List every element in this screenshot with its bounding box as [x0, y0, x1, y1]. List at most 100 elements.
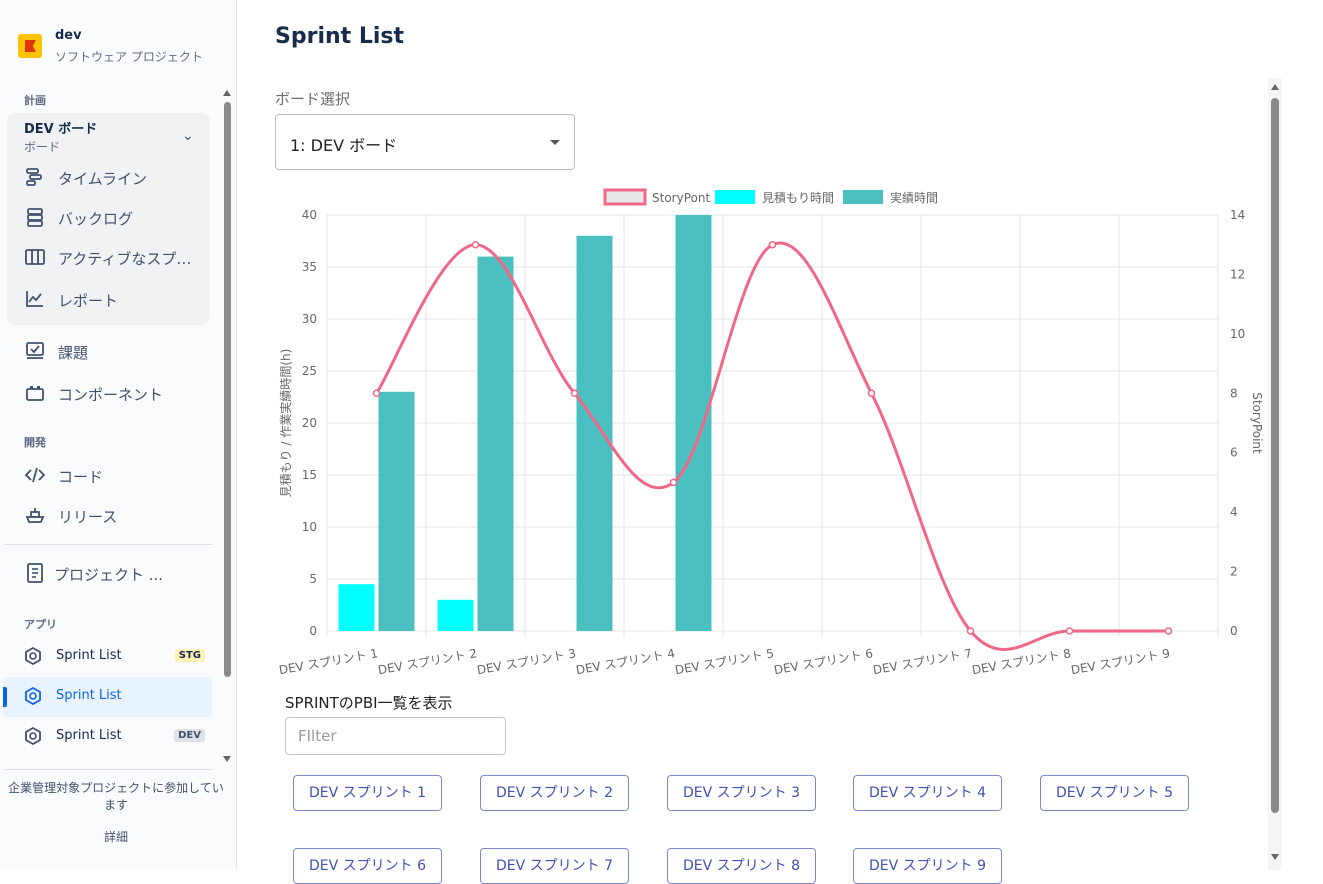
y2-tick-label: 10 [1230, 327, 1245, 341]
app-hexagon-icon [25, 727, 41, 745]
y2-axis-title: StoryPoint [1250, 392, 1264, 454]
board-select-label: ボード選択 [275, 90, 351, 108]
managed-project-notice: 企業管理対象プロジェクトに参加しています [8, 781, 224, 812]
sprint-button[interactable]: DEV スプリント 3 [667, 775, 816, 811]
estimate-bar [437, 599, 474, 631]
sidebar-item-active-sprints[interactable]: アクティブなスプリント [24, 246, 209, 270]
x-tick-label: DEV スプリント 3 [476, 646, 577, 677]
sidebar-item-label: 課題 [58, 344, 89, 362]
actual-bar [576, 235, 613, 632]
sprint-button[interactable]: DEV スプリント 7 [480, 848, 629, 884]
section-apps-heading: アプリ [24, 618, 57, 631]
active-indicator [3, 687, 7, 707]
pbi-section-label: SPRINTのPBI一覧を表示 [285, 694, 453, 712]
sidebar-item-backlog[interactable]: バックログ [24, 206, 209, 230]
sidebar-item-reports[interactable]: レポート [24, 288, 209, 312]
y-tick-label: 15 [302, 468, 317, 482]
sidebar-item-project-pages[interactable]: プロジェクト ... [24, 562, 209, 586]
storypoint-point [1065, 627, 1074, 635]
sidebar-app-sprint-list-stg[interactable]: Sprint List STG [24, 645, 209, 669]
sprint-button[interactable]: DEV スプリント 5 [1040, 775, 1189, 811]
x-tick-label: DEV スプリント 9 [1070, 646, 1171, 677]
env-badge-stg: STG [174, 649, 205, 662]
actual-bar [477, 256, 514, 631]
storypoint-point [966, 627, 975, 635]
scroll-down-arrow-icon[interactable] [223, 756, 231, 762]
app-hexagon-icon [25, 647, 41, 665]
chevron-down-icon[interactable]: ⌄ [182, 128, 194, 144]
page-title: Sprint List [275, 24, 404, 49]
section-plan-heading: 計画 [24, 94, 46, 107]
sidebar-divider [5, 769, 213, 770]
main-scroll-thumb[interactable] [1271, 98, 1279, 813]
y-tick-label: 10 [302, 520, 317, 534]
sidebar-item-label: バックログ [58, 210, 134, 228]
scroll-down-arrow-icon[interactable] [1271, 854, 1279, 860]
sidebar-item-label: コード [58, 468, 104, 486]
backlog-icon [27, 208, 43, 227]
app-label: Sprint List [56, 688, 122, 703]
legend-swatch [603, 188, 647, 206]
sprint-button[interactable]: DEV スプリント 6 [293, 848, 442, 884]
app-hexagon-icon [25, 687, 41, 705]
sidebar-item-issues[interactable]: 課題 [24, 340, 209, 364]
sprint-button[interactable]: DEV スプリント 4 [853, 775, 1002, 811]
sidebar-item-code[interactable]: コード [24, 464, 209, 488]
sidebar-item-components[interactable]: コンポーネント [24, 382, 209, 406]
x-tick-label: DEV スプリント 5 [674, 646, 775, 677]
storypoint-point [1164, 627, 1173, 635]
sprint-button[interactable]: DEV スプリント 2 [480, 775, 629, 811]
legend-label: StoryPont [652, 191, 710, 205]
scroll-up-arrow-icon[interactable] [1271, 84, 1279, 90]
project-name: dev [55, 28, 82, 43]
sidebar-app-sprint-list-dev[interactable]: Sprint List DEV [24, 725, 209, 749]
y2-tick-label: 8 [1230, 386, 1238, 400]
sidebar-divider [5, 544, 213, 545]
dropdown-arrow-icon [550, 140, 560, 145]
release-icon [25, 508, 45, 523]
y2-tick-label: 0 [1230, 624, 1238, 638]
sidebar-item-label: タイムライン [58, 170, 147, 188]
x-tick-label: DEV スプリント 1 [278, 646, 379, 677]
sidebar-item-label: コンポーネント [58, 386, 164, 404]
legend-label: 見積もり時間 [762, 190, 834, 205]
sprint-button[interactable]: DEV スプリント 9 [853, 848, 1002, 884]
actual-bar [675, 215, 712, 631]
estimate-bar [338, 584, 375, 631]
sidebar-app-sprint-list[interactable]: Sprint List [24, 685, 209, 709]
x-tick-label: DEV スプリント 4 [575, 646, 676, 677]
y-tick-label: 20 [302, 416, 317, 430]
board-select[interactable]: 1: DEV ボード [275, 114, 575, 170]
sprint-button[interactable]: DEV スプリント 8 [667, 848, 816, 884]
project-type: ソフトウェア プロジェクト [55, 50, 203, 64]
app-label: Sprint List [56, 728, 122, 743]
reports-icon [26, 291, 43, 307]
sidebar-item-label: プロジェクト ... [54, 566, 164, 584]
storypoint-point [768, 240, 777, 249]
storypoint-point [471, 240, 480, 249]
y2-tick-label: 4 [1230, 505, 1238, 519]
sidebar-item-label: リリース [58, 508, 118, 526]
y2-tick-label: 6 [1230, 446, 1238, 460]
filter-input[interactable] [285, 717, 506, 755]
scroll-up-arrow-icon[interactable] [223, 90, 231, 96]
details-link[interactable]: 詳細 [0, 828, 232, 845]
board-subtitle: ボード [24, 140, 61, 154]
sprint-chart: 0 5 10 15 20 25 30 35 40 0 2 4 6 8 10 12 14 見積もり / 作業実績時間… [278, 188, 1264, 677]
sidebar-item-releases[interactable]: リリース [24, 504, 209, 528]
y-tick-label: 35 [302, 260, 317, 274]
storypoint-point [570, 389, 579, 398]
storypoint-point [867, 389, 876, 398]
y2-tick-label: 2 [1230, 565, 1238, 579]
env-badge-dev: DEV [174, 729, 205, 742]
board-title[interactable]: DEV ボード [24, 118, 97, 137]
page-icon [27, 563, 43, 583]
sidebar-item-timeline[interactable]: タイムライン [24, 166, 209, 190]
sprint-button[interactable]: DEV スプリント 1 [293, 775, 442, 811]
section-dev-heading: 開発 [24, 436, 46, 449]
sidebar-scroll-thumb[interactable] [224, 102, 231, 677]
y-tick-label: 5 [309, 572, 317, 586]
sidebar-item-label: レポート [58, 292, 119, 310]
project-header[interactable]: dev ソフトウェア プロジェクト [18, 28, 218, 72]
y-tick-label: 25 [302, 364, 317, 378]
